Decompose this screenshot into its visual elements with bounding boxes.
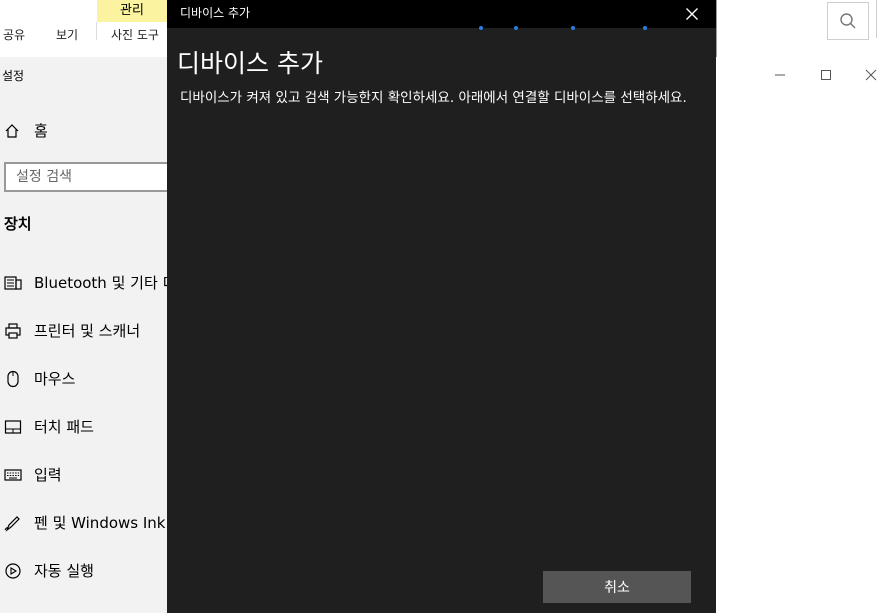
settings-search-input[interactable]: 설정 검색 <box>4 162 170 192</box>
section-title: 장치 <box>4 215 32 233</box>
nav-item-label: 프린터 및 스캐너 <box>34 322 141 340</box>
nav-item-label: 자동 실행 <box>34 562 94 580</box>
touchpad-icon <box>4 418 22 436</box>
close-icon <box>865 69 877 81</box>
home-icon <box>5 123 19 138</box>
nav-item-printers[interactable]: 프린터 및 스캐너 <box>4 320 140 341</box>
explorer-search-field-edge <box>876 0 882 38</box>
search-icon <box>840 13 856 29</box>
ribbon-separator <box>96 22 97 40</box>
dialog-heading: 디바이스 추가 <box>177 49 323 78</box>
settings-window-title: 설정 <box>2 69 25 83</box>
nav-item-label: 펜 및 Windows Ink <box>34 514 166 532</box>
keyboard-devices-icon <box>4 274 22 292</box>
nav-item-autoplay[interactable]: 자동 실행 <box>4 560 94 581</box>
nav-item-label: Bluetooth 및 기타 디 <box>34 274 177 292</box>
dialog-description: 디바이스가 켜져 있고 검색 가능한지 확인하세요. 아래에서 연결할 디바이스… <box>180 90 687 106</box>
window-edge <box>716 0 717 57</box>
ribbon-tab-view[interactable]: 보기 <box>56 26 78 43</box>
nav-item-label: 마우스 <box>34 370 76 388</box>
dialog-close-button[interactable] <box>680 2 704 26</box>
progress-dot <box>571 26 575 30</box>
mouse-icon <box>4 370 22 388</box>
nav-item-bluetooth[interactable]: Bluetooth 및 기타 디 <box>4 272 176 293</box>
maximize-button[interactable] <box>816 65 836 85</box>
nav-item-label: 터치 패드 <box>34 418 94 436</box>
close-icon <box>686 8 698 20</box>
maximize-icon <box>821 70 831 80</box>
nav-item-typing[interactable]: 입력 <box>4 464 62 485</box>
nav-item-touchpad[interactable]: 터치 패드 <box>4 416 94 437</box>
progress-dot <box>479 26 483 30</box>
cancel-button[interactable]: 취소 <box>543 571 691 603</box>
add-device-dialog: 디바이스 추가 디바이스 추가 디바이스가 켜져 있고 검색 가능한지 확인하세… <box>167 0 716 613</box>
dialog-title-text: 디바이스 추가 <box>180 6 251 20</box>
nav-item-mouse[interactable]: 마우스 <box>4 368 75 389</box>
pen-icon <box>4 514 22 532</box>
ribbon-tab-picture-tools[interactable]: 사진 도구 <box>111 26 159 43</box>
nav-home[interactable]: 홈 <box>4 120 48 141</box>
nav-item-label: 입력 <box>34 466 62 484</box>
settings-content-area <box>716 57 882 613</box>
minimize-button[interactable] <box>770 65 790 85</box>
progress-dot <box>643 26 647 30</box>
close-window-button[interactable] <box>861 65 881 85</box>
minimize-icon <box>775 74 785 76</box>
nav-item-pen[interactable]: 펜 및 Windows Ink <box>4 512 165 533</box>
dialog-title-bar: 디바이스 추가 <box>167 0 716 28</box>
explorer-search-button[interactable] <box>827 2 869 40</box>
ribbon-tab-manage[interactable]: 관리 <box>97 0 167 22</box>
nav-home-label: 홈 <box>34 122 48 140</box>
ribbon-tab-share[interactable]: 공유 <box>3 26 25 43</box>
autoplay-icon <box>4 562 22 580</box>
progress-dot <box>514 26 518 30</box>
keyboard-icon <box>4 466 22 484</box>
printer-icon <box>4 322 22 340</box>
